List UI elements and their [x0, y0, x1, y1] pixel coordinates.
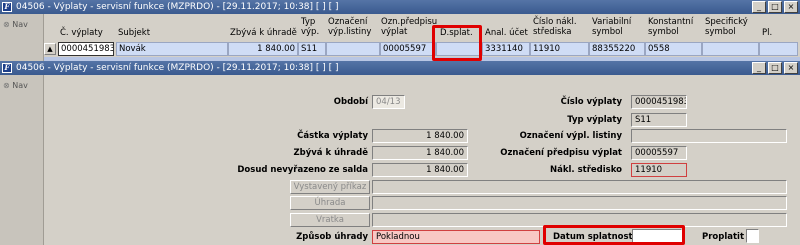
vystaveny-prikaz-button[interactable]: Vystavený příkaz	[290, 180, 370, 194]
ozn-predpisu-field: 00005597	[631, 146, 687, 160]
col-header-variabilni[interactable]: Variabilní symbol	[592, 17, 631, 37]
window2-titlebar[interactable]: F 04506 - Výplaty - servisní funkce (MZP…	[0, 61, 800, 75]
zbyva-field: 1 840.00	[372, 146, 468, 160]
window1-nav-panel: ⊗ Nav	[0, 14, 44, 61]
nav-icon: ⊗	[3, 20, 10, 29]
cell-typ[interactable]: S11	[298, 42, 326, 56]
nakl-label: Nákl. středisko	[549, 165, 622, 175]
vystaveny-prikaz-field	[372, 180, 787, 194]
cislo-vyplaty-field: 0000451983	[631, 95, 687, 109]
col-header-ozn-predpisu[interactable]: Ozn.předpisu výplat	[381, 17, 437, 37]
oznaceni-label: Označení výpl. listiny	[519, 131, 622, 141]
zbyva-label: Zbývá k úhradě	[293, 148, 368, 158]
zpusob-field[interactable]: Pokladnou	[372, 230, 540, 244]
ozn-predpisu-label: Označení předpisu výplat	[500, 148, 622, 158]
window1-controls: _ □ ×	[752, 1, 798, 13]
obdobi-field: 04/13	[372, 95, 405, 109]
col-header-specificky[interactable]: Specifický symbol	[705, 17, 748, 37]
cell-c-vyplaty[interactable]: 0000451983	[58, 42, 114, 56]
dosud-field: 1 840.00	[372, 163, 468, 177]
proplatit-label: Proplatit	[702, 232, 745, 242]
cell-zbyva[interactable]: 1 840.00	[228, 42, 298, 56]
d-splat-highlight	[432, 25, 482, 61]
window2-controls: _ □ ×	[752, 62, 798, 74]
nav-label: Nav	[12, 81, 28, 90]
nav-toggle[interactable]: ⊗ Nav	[3, 81, 28, 90]
col-header-c-vyplaty[interactable]: Č. výplaty	[60, 28, 103, 38]
col-header-anal[interactable]: Anal. účet	[485, 28, 528, 38]
datum-splatnosti-highlight	[543, 225, 685, 245]
window1-title: 04506 - Výplaty - servisní funkce (MZPRD…	[16, 2, 339, 12]
dosud-label: Dosud nevyřazeno ze salda	[237, 165, 368, 175]
col-header-cislo-nakl[interactable]: Číslo nákl. střediska	[533, 17, 577, 37]
window2-nav-panel: ⊗ Nav	[0, 75, 44, 245]
cell-specificky[interactable]	[702, 42, 759, 56]
nakl-field[interactable]: 11910	[631, 163, 687, 177]
typ-vyplaty-label: Typ výplaty	[567, 115, 622, 125]
app-logo-icon: F	[2, 63, 12, 73]
nav-label: Nav	[12, 20, 28, 29]
cell-cislo-nakl[interactable]: 11910	[530, 42, 589, 56]
maximize-icon[interactable]: □	[768, 1, 782, 13]
row-expand-icon[interactable]: ▲	[44, 43, 56, 55]
col-header-oznaceni[interactable]: Označení výp.listiny	[328, 17, 371, 37]
cell-konstantni[interactable]: 0558	[645, 42, 702, 56]
oznaceni-field	[631, 129, 787, 143]
col-header-typ[interactable]: Typ výp.	[301, 17, 319, 37]
col-header-konstantni[interactable]: Konstantní symbol	[648, 17, 693, 37]
minimize-icon[interactable]: _	[752, 1, 766, 13]
maximize-icon[interactable]: □	[768, 62, 782, 74]
app-logo-icon: F	[2, 2, 12, 12]
col-header-pl[interactable]: Pl.	[762, 28, 772, 38]
proplatit-checkbox[interactable]	[746, 229, 759, 243]
vratka-button[interactable]: Vratka	[290, 213, 370, 227]
close-icon[interactable]: ×	[784, 1, 798, 13]
close-icon[interactable]: ×	[784, 62, 798, 74]
window2-title: 04506 - Výplaty - servisní funkce (MZPRD…	[16, 63, 339, 73]
cell-anal[interactable]: 3331140	[482, 42, 530, 56]
typ-vyplaty-field: S11	[631, 113, 687, 127]
cell-pl[interactable]	[759, 42, 798, 56]
minimize-icon[interactable]: _	[752, 62, 766, 74]
obdobi-label: Období	[333, 97, 368, 107]
col-header-zbyva[interactable]: Zbývá k úhradě	[230, 28, 297, 38]
nav-icon: ⊗	[3, 81, 10, 90]
cell-variabilni[interactable]: 88355220	[589, 42, 645, 56]
castka-label: Částka výplaty	[297, 131, 368, 141]
col-header-subjekt[interactable]: Subjekt	[118, 28, 150, 38]
window1-titlebar[interactable]: F 04506 - Výplaty - servisní funkce (MZP…	[0, 0, 800, 14]
cell-subjekt[interactable]: Novák	[116, 42, 228, 56]
cell-ozn-predpisu[interactable]: 00005597	[380, 42, 436, 56]
zpusob-label: Způsob úhrady	[296, 232, 368, 242]
cell-oznaceni[interactable]	[326, 42, 380, 56]
uhrada-field	[372, 196, 787, 210]
castka-field: 1 840.00	[372, 129, 468, 143]
nav-toggle[interactable]: ⊗ Nav	[3, 20, 28, 29]
uhrada-button[interactable]: Úhrada	[290, 196, 370, 210]
cislo-vyplaty-label: Číslo výplaty	[560, 97, 622, 107]
